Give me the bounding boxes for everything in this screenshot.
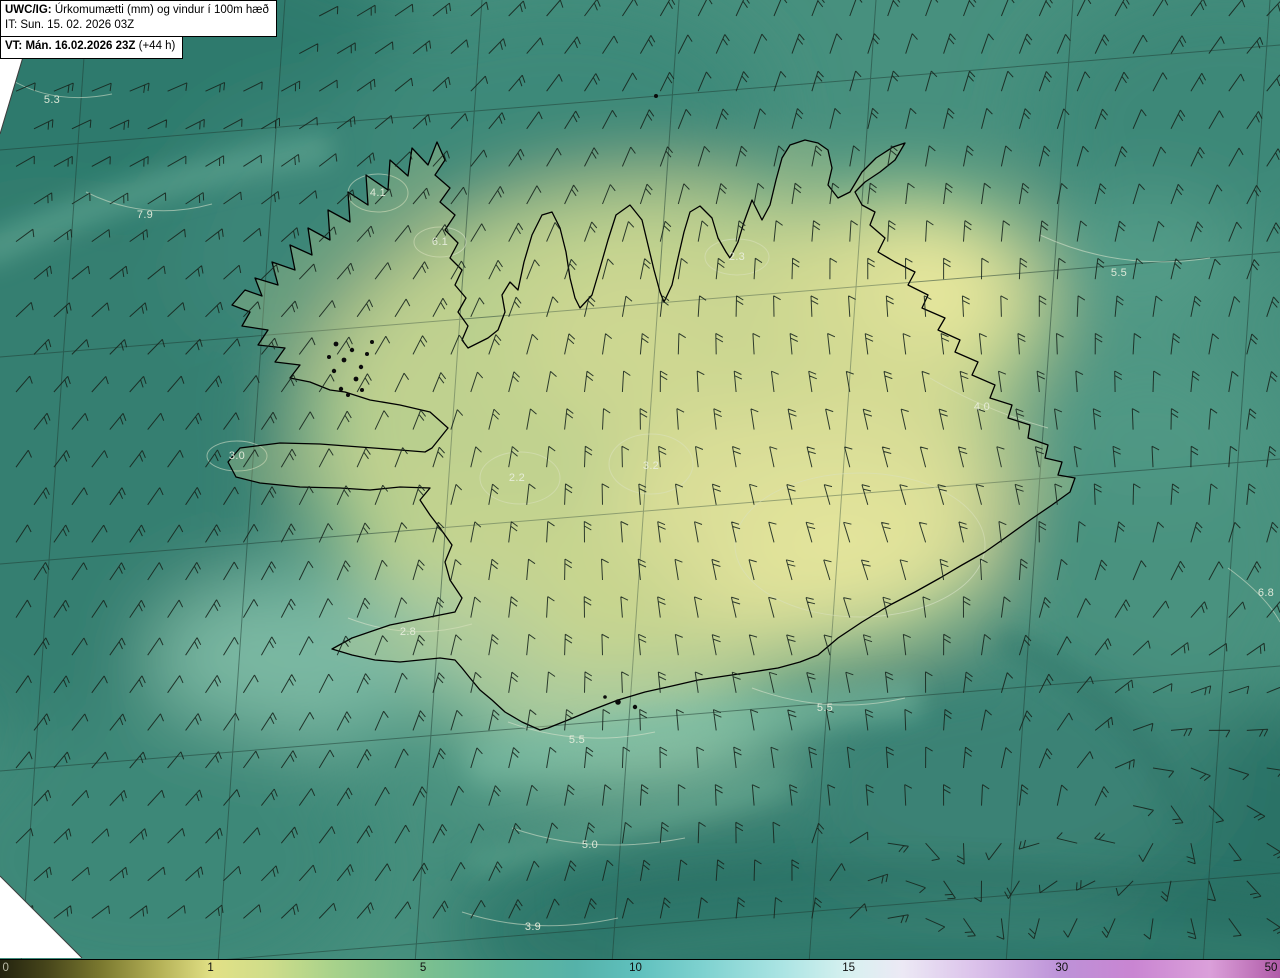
title-stack: UWC/IG: Úrkomumætti (mm) og vindur í 100… (0, 0, 277, 59)
colorbar-ticks: 0 1 5 10 15 30 50 (0, 960, 1280, 978)
valid-time-label: VT: (5, 40, 23, 53)
map-title-line: UWC/IG: Úrkomumætti (mm) og vindur í 100… (5, 3, 269, 18)
model-label: UWC/IG: (5, 4, 52, 16)
valid-time-suffix: (+44 h) (138, 40, 176, 53)
colorbar: 0 1 5 10 15 30 50 (0, 959, 1280, 978)
colorbar-tick-label: 1 (207, 962, 214, 974)
map-title-box: UWC/IG: Úrkomumætti (mm) og vindur í 100… (0, 0, 277, 38)
colorbar-tick-label: 15 (842, 962, 856, 974)
colorbar-tick-label: 0 (2, 962, 9, 974)
colorbar-tick-label: 10 (629, 962, 642, 974)
map-title: Úrkomumætti (mm) og vindur í 100m hæð (54, 4, 269, 16)
valid-time-box: VT: Mán. 16.02.2026 23Z (+44 h) (0, 36, 184, 59)
colorbar-tick-label: 5 (419, 962, 427, 974)
colorbar-tick-label: 50 (1264, 962, 1278, 974)
colorbar-tick-label: 30 (1055, 962, 1069, 974)
valid-time-value: Mán. 16.02.2026 23Z (25, 40, 136, 53)
map-canvas (0, 0, 1280, 978)
weather-map-frame: 5.3 7.9 4.1 6.1 2.3 5.5 4.0 3.0 2.2 3.2 2.8 6.8 5.5 5… (0, 0, 1280, 978)
init-time-line: IT: Sun. 15. 02. 2026 03Z (5, 19, 135, 32)
